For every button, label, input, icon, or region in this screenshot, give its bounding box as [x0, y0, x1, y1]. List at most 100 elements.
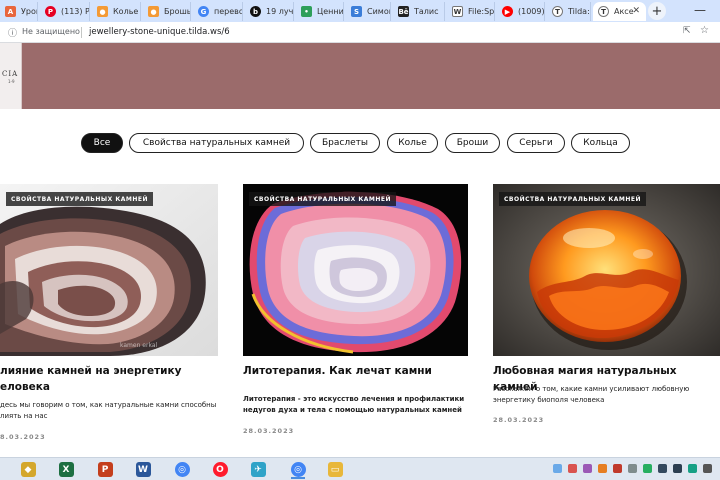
card-title[interactable]: лияние камней на энергетику еловека: [0, 363, 218, 395]
browser-tab[interactable]: T Tilda: A: [547, 2, 591, 21]
filter-brooches[interactable]: Броши: [445, 133, 500, 153]
address-bar[interactable]: ⓘ Не защищено jewellery-stone-unique.til…: [0, 22, 720, 43]
tray-icon[interactable]: [703, 464, 712, 473]
minimize-icon: —: [694, 3, 706, 17]
card-date: 8.03.2023: [0, 433, 46, 441]
browser-tab[interactable]: ● Колье: [92, 2, 141, 21]
browser-tab[interactable]: A Урок 7: [0, 2, 38, 21]
plus-icon: +: [651, 3, 663, 19]
share-icon[interactable]: ⇱: [683, 26, 691, 36]
be-icon: Bē: [398, 6, 409, 17]
tab-title: Ценни: [317, 7, 343, 16]
close-tab-icon[interactable]: ✕: [632, 6, 640, 16]
word-icon: W: [135, 462, 151, 477]
tab-title: File:Spe: [468, 7, 494, 16]
tray-icon[interactable]: [628, 464, 637, 473]
card-image-fire-opal[interactable]: СВОЙСТВА НАТУРАЛЬНЫХ КАМНЕЙ: [493, 184, 720, 356]
url-text[interactable]: jewellery-stone-unique.tilda.ws/6: [89, 27, 230, 37]
filter-stone-properties[interactable]: Свойства натуральных камней: [129, 133, 304, 153]
b-icon: b: [250, 6, 261, 17]
address-separator: [81, 27, 82, 38]
taskbar-app[interactable]: W: [133, 460, 153, 479]
filter-earrings[interactable]: Серьги: [507, 133, 565, 153]
taskbar-app[interactable]: ▭: [325, 460, 345, 479]
card-description: Литотерапия - это искусство лечения и пр…: [243, 394, 468, 416]
browser-tab[interactable]: ● Брошь: [143, 2, 191, 21]
tab-title: Симон: [367, 7, 390, 16]
taskbar-app[interactable]: ◆: [18, 460, 38, 479]
tray-icon[interactable]: [643, 464, 652, 473]
tray-icon[interactable]: [613, 464, 622, 473]
bookmark-star-icon[interactable]: ☆: [700, 25, 709, 36]
taskbar-app[interactable]: P: [95, 460, 115, 479]
tab-title: перево: [214, 7, 242, 16]
card-date: 28.03.2023: [493, 416, 545, 424]
tab-title: (113) P: [61, 7, 89, 16]
windows-taskbar: ◆ X P W ◎ O ✈ ◎ ▭: [0, 457, 720, 480]
taskbar-app[interactable]: O: [210, 460, 230, 479]
filter-necklaces[interactable]: Колье: [387, 133, 438, 153]
category-filter-bar: Все Свойства натуральных камней Браслеты…: [0, 133, 720, 153]
card-image-agate-brown[interactable]: kamen erkal СВОЙСТВА НАТУРАЛЬНЫХ КАМНЕЙ: [0, 184, 218, 356]
logo-subtext: 1-9: [8, 79, 15, 84]
s-icon: S: [351, 6, 362, 17]
filter-rings[interactable]: Кольца: [571, 133, 630, 153]
browser-tab[interactable]: S Симон: [346, 2, 391, 21]
tab-title: Колье: [113, 7, 139, 16]
minimize-button[interactable]: —: [694, 3, 706, 17]
browser-tab[interactable]: • Ценни: [296, 2, 344, 21]
taskbar-app[interactable]: ◎: [172, 460, 192, 479]
watermark-text: kamen erkal: [120, 342, 157, 349]
agate-pink-image: [243, 184, 468, 356]
taskbar-app[interactable]: ◎: [288, 460, 308, 479]
tray-icon[interactable]: [688, 464, 697, 473]
card-date: 28.03.2023: [243, 427, 295, 435]
tray-icon[interactable]: [583, 464, 592, 473]
tray-icon[interactable]: [673, 464, 682, 473]
tilda-orange-icon: ●: [97, 6, 108, 17]
file-explorer-icon: ▭: [327, 462, 343, 477]
security-status[interactable]: Не защищено: [22, 27, 80, 36]
tray-icon[interactable]: [553, 464, 562, 473]
card-title-line: еловека: [0, 381, 51, 393]
browser-tab[interactable]: T Аксе ✕: [593, 2, 646, 21]
filter-bracelets[interactable]: Браслеты: [310, 133, 380, 153]
card-badge: СВОЙСТВА НАТУРАЛЬНЫХ КАМНЕЙ: [499, 192, 646, 206]
tray-icon[interactable]: [598, 464, 607, 473]
card-desc-line: энергетику биополя человека: [493, 396, 605, 404]
new-tab-button[interactable]: +: [648, 2, 666, 20]
hero-banner: CIA 1-9: [0, 43, 720, 109]
wikipedia-icon: W: [452, 6, 463, 17]
browser-tab[interactable]: W File:Spe: [447, 2, 495, 21]
card-description: Расскажем о том, какие камни усиливают л…: [493, 384, 720, 406]
screen: AУрок 7 P (113) P ● Колье ●БрошьGперевоb19 лу…: [0, 0, 720, 480]
tilda-icon: T: [598, 6, 609, 17]
tab-title: Урок 7: [21, 7, 37, 16]
tilda-icon: T: [552, 6, 563, 17]
card-image-agate-pink[interactable]: СВОЙСТВА НАТУРАЛЬНЫХ КАМНЕЙ: [243, 184, 468, 356]
browser-tab[interactable]: Gперево: [193, 2, 243, 21]
youtube-icon: ▶: [502, 6, 513, 17]
taskbar-app[interactable]: X: [56, 460, 76, 479]
bird-icon: ✈: [250, 462, 266, 477]
filter-all[interactable]: Все: [81, 133, 123, 153]
browser-tab[interactable]: Bē Талис: [393, 2, 445, 21]
logo-text: CIA: [2, 70, 19, 78]
tab-title: (1009): [518, 7, 544, 16]
browser-tab[interactable]: P (113) P: [40, 2, 90, 21]
app-diamond-icon: ◆: [20, 462, 36, 477]
site-logo[interactable]: CIA 1-9: [0, 43, 22, 109]
browser-tab[interactable]: b 19 лучш: [245, 2, 294, 21]
browser-tab[interactable]: ▶ (1009): [497, 2, 545, 21]
card-desc-line: недугов духа и тела с помощью натуральны…: [243, 406, 462, 414]
agate-brown-image: kamen erkal: [0, 184, 218, 356]
tab-title: Талис: [414, 7, 439, 16]
info-icon[interactable]: ⓘ: [8, 26, 17, 39]
excel-icon: X: [58, 462, 74, 477]
card-title[interactable]: Литотерапия. Как лечат камни: [243, 363, 468, 379]
tray-icon[interactable]: [568, 464, 577, 473]
pinterest-icon: P: [45, 6, 56, 17]
tray-icon[interactable]: [658, 464, 667, 473]
green-leaf-icon: •: [301, 6, 312, 17]
taskbar-app[interactable]: ✈: [248, 460, 268, 479]
